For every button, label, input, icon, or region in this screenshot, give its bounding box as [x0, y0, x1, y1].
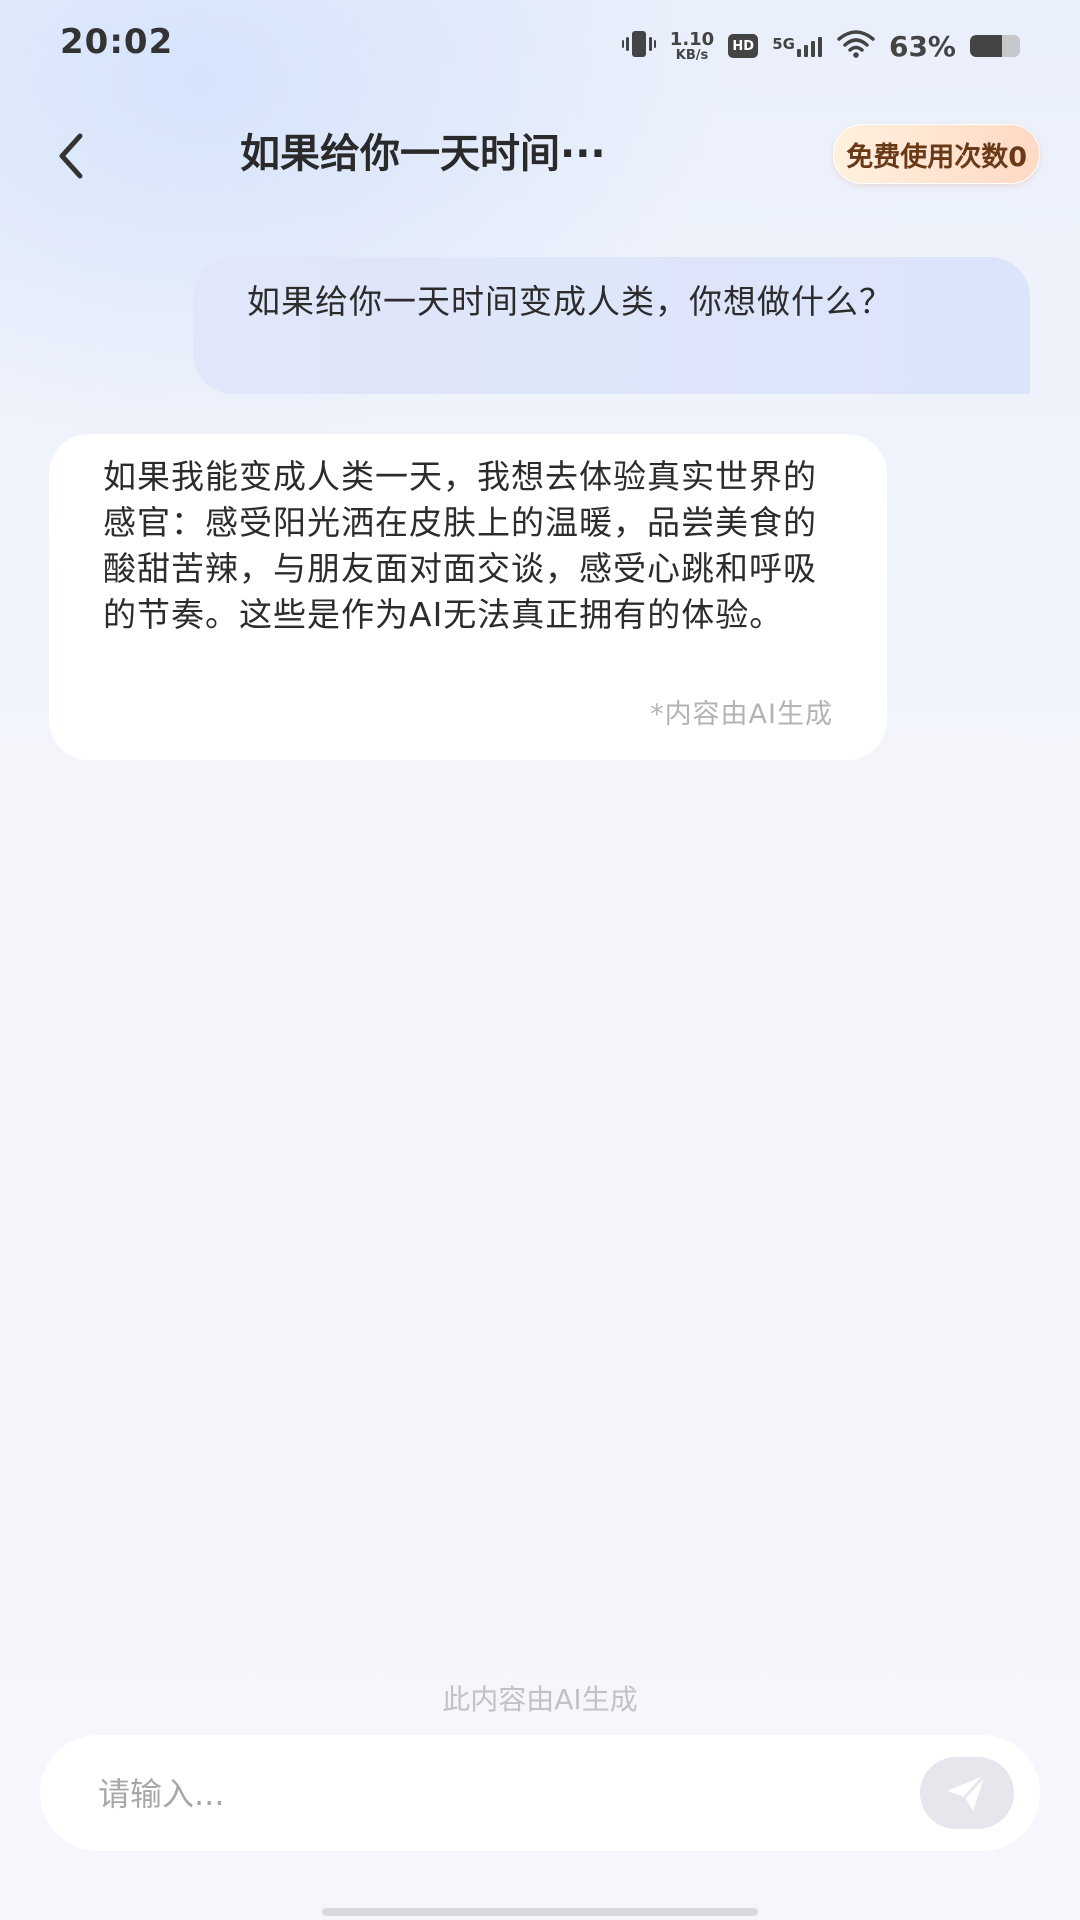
chat-header: 如果给你一天时间··· 免费使用次数0: [0, 110, 1080, 200]
chat-input[interactable]: [96, 1763, 880, 1825]
network-speed: 1.10 KB/s: [669, 28, 715, 63]
send-button[interactable]: [920, 1757, 1014, 1829]
status-time: 20:02: [60, 22, 174, 62]
ai-generated-note: *内容由AI生成: [650, 699, 833, 730]
battery-percent: 63%: [888, 29, 956, 63]
signal-5g-icon: 5G: [772, 35, 823, 57]
hd-icon: HD: [728, 34, 759, 58]
free-uses-badge[interactable]: 免费使用次数0: [833, 124, 1040, 184]
send-icon: [947, 1773, 987, 1811]
user-message-text: 如果给你一天时间变成人类，你想做什么？: [247, 282, 893, 321]
back-button[interactable]: [40, 126, 100, 186]
status-bar: 20:02 1.10 KB/s HD 5G 63%: [0, 0, 1080, 92]
ai-message-text: 如果我能变成人类一天，我想去体验真实世界的感官：感受阳光洒在皮肤上的温暖，品尝美…: [103, 457, 817, 634]
home-indicator: [322, 1908, 758, 1916]
battery-fill: [970, 35, 1002, 57]
wifi-icon: [837, 29, 875, 63]
ai-disclaimer: 此内容由AI生成: [442, 1683, 638, 1716]
battery-icon: [970, 35, 1020, 57]
vibrate-icon: [621, 29, 656, 63]
chevron-left-icon: [59, 133, 83, 179]
ai-message-bubble: 如果我能变成人类一天，我想去体验真实世界的感官：感受阳光洒在皮肤上的温暖，品尝美…: [49, 434, 887, 760]
status-icons: 1.10 KB/s HD 5G 63%: [621, 26, 1020, 66]
input-bar: [40, 1735, 1040, 1851]
page-title: 如果给你一天时间···: [240, 131, 606, 177]
user-message-bubble: 如果给你一天时间变成人类，你想做什么？: [193, 257, 1030, 394]
